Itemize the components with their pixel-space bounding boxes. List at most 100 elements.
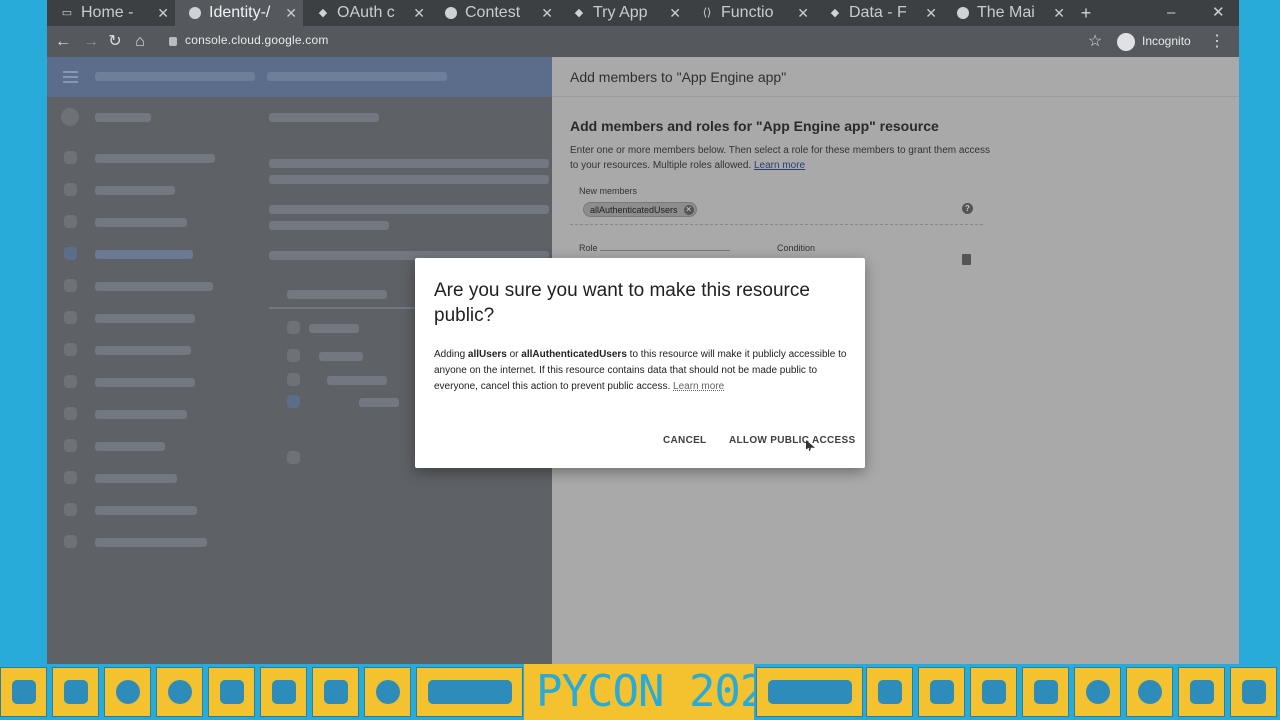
banner-tile (1230, 667, 1277, 717)
lock-icon (169, 37, 177, 46)
learn-more-link[interactable]: Learn more (754, 160, 805, 171)
bars-icon (1190, 680, 1214, 704)
bridge-icon (428, 680, 512, 704)
forward-icon[interactable]: → (79, 26, 103, 57)
tab-contest[interactable]: Contest ✕ (431, 0, 559, 26)
close-tab-icon[interactable]: ✕ (925, 0, 937, 26)
new-members-field[interactable]: New members allAuthenticatedUsers ✕ (570, 186, 983, 225)
allow-public-access-button[interactable]: ALLOW PUBLIC ACCESS (729, 435, 855, 446)
terminal-icon (982, 680, 1006, 704)
sidebar-item-active[interactable] (95, 250, 193, 259)
google-cloud-icon: ◆ (574, 7, 584, 19)
sidebar-item-icon (64, 215, 77, 228)
sidebar-item[interactable] (95, 186, 175, 195)
star-icon (1138, 680, 1162, 704)
tab-identity[interactable]: Identity-/ ✕ (175, 0, 303, 26)
minimize-button[interactable]: – (1167, 0, 1175, 26)
close-tab-icon[interactable]: ✕ (285, 0, 297, 26)
banner-tile (52, 667, 99, 717)
terminal-icon (12, 680, 36, 704)
remove-chip-icon[interactable]: ✕ (683, 205, 694, 215)
tree-node[interactable] (309, 324, 359, 333)
role-select[interactable] (600, 250, 730, 251)
tree-node[interactable] (319, 352, 363, 361)
globe-icon (957, 7, 969, 19)
resource-tab[interactable] (287, 290, 387, 299)
sidebar-item-icon (64, 183, 77, 196)
menu-kebab-icon[interactable]: ⋮ (1205, 26, 1229, 57)
tab-home[interactable]: ▭ Home - ✕ (47, 0, 175, 26)
tab-oauth[interactable]: ◆ OAuth c ✕ (303, 0, 431, 26)
tab-functions[interactable]: ⟨⟩ Functio ✕ (687, 0, 815, 26)
close-window-button[interactable]: ✕ (1212, 0, 1225, 26)
chevron-icon (1034, 680, 1058, 704)
sidebar-item-icon (64, 503, 77, 516)
member-chip-label: allAuthenticatedUsers (590, 205, 678, 215)
dialog-body: Adding allUsers or allAuthenticatedUsers… (434, 347, 849, 395)
banner-tile (104, 667, 151, 717)
tab-strip: ▭ Home - ✕ Identity-/ ✕ ◆ OAuth c ✕ Cont… (47, 0, 1239, 26)
reload-icon[interactable]: ↻ (103, 26, 127, 57)
close-tab-icon[interactable]: ✕ (541, 0, 553, 26)
bookmark-star-icon[interactable]: ☆ (1083, 26, 1107, 57)
close-tab-icon[interactable]: ✕ (413, 0, 425, 26)
dialog-learn-more-link[interactable]: Learn more (673, 381, 724, 392)
banner-tile (866, 667, 913, 717)
cancel-button[interactable]: CANCEL (663, 435, 706, 446)
close-tab-icon[interactable]: ✕ (157, 0, 169, 26)
sidebar-item-icon (64, 471, 77, 484)
tree-node[interactable] (359, 398, 399, 407)
sidebar-item[interactable] (95, 506, 197, 515)
banner-tile (756, 667, 863, 717)
sidebar-item[interactable] (95, 538, 207, 547)
tab-try-app[interactable]: ◆ Try App ✕ (559, 0, 687, 26)
help-icon[interactable]: ? (962, 203, 973, 214)
tab-data[interactable]: ◆ Data - F ✕ (815, 0, 943, 26)
tab-label: Data - F (849, 4, 907, 21)
sidebar-item-icon (64, 439, 77, 452)
sidebar-item-icon (64, 279, 77, 292)
sidebar-item[interactable] (95, 442, 165, 451)
banner-tile (1022, 667, 1069, 717)
close-tab-icon[interactable]: ✕ (669, 0, 681, 26)
incognito-label: Incognito (1142, 34, 1191, 48)
banner-tile (208, 667, 255, 717)
banner-tile (416, 667, 523, 717)
tab-label: Functio (721, 4, 774, 21)
star-icon (168, 680, 192, 704)
dialog-title: Are you sure you want to make this resou… (434, 280, 810, 326)
functions-icon: ⟨⟩ (702, 7, 712, 19)
address-bar[interactable]: console.cloud.google.com (185, 33, 329, 47)
home-icon[interactable]: ⌂ (128, 26, 152, 57)
google-cloud-icon: ◆ (318, 7, 328, 19)
console-header (47, 57, 552, 97)
hamburger-menu-icon[interactable] (63, 71, 78, 83)
sidebar-item-icon (64, 247, 77, 260)
page-icon: ▭ (61, 7, 73, 19)
back-icon[interactable]: ← (51, 26, 75, 57)
tree-node[interactable] (327, 376, 387, 385)
pycon-banner: PYCON 2020 (0, 664, 1280, 720)
close-tab-icon[interactable]: ✕ (1053, 0, 1065, 26)
sidebar-item[interactable] (95, 314, 195, 323)
snake-icon (376, 680, 400, 704)
project-selector[interactable] (267, 72, 447, 81)
tab-the-mai[interactable]: The Mai ✕ (943, 0, 1071, 26)
robot-icon (272, 680, 296, 704)
banner-tile (156, 667, 203, 717)
close-tab-icon[interactable]: ✕ (797, 0, 809, 26)
description-line (269, 205, 549, 214)
sidebar-item[interactable] (95, 378, 195, 387)
sidebar-item[interactable] (95, 154, 215, 163)
sidebar-item[interactable] (95, 474, 177, 483)
sidebar-item[interactable] (95, 282, 213, 291)
tree-node-icon (287, 321, 300, 334)
window-icon (878, 680, 902, 704)
grid-icon (324, 680, 348, 704)
sidebar-item[interactable] (95, 346, 191, 355)
sidebar-item[interactable] (95, 410, 187, 419)
bars-icon (220, 680, 244, 704)
sidebar-item[interactable] (95, 218, 187, 227)
trash-icon[interactable] (962, 254, 971, 265)
new-tab-button[interactable]: + (1071, 0, 1101, 26)
